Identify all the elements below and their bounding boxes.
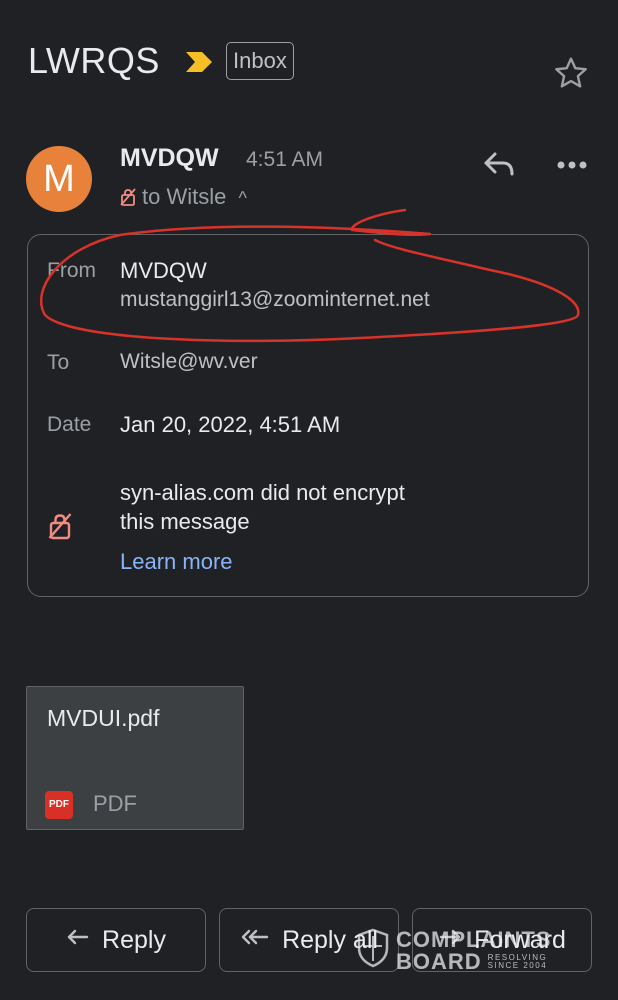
to-label: To xyxy=(47,351,70,374)
star-icon[interactable] xyxy=(553,55,589,96)
email-subject: LWRQS xyxy=(28,40,160,81)
date-value: Jan 20, 2022, 4:51 AM xyxy=(120,412,341,437)
attachment-filename: MVDUI.pdf xyxy=(47,705,160,731)
to-email[interactable]: Witsle@wv.ver xyxy=(120,350,258,374)
learn-more-link[interactable]: Learn more xyxy=(120,549,233,575)
watermark-line1: COMPLAINTS xyxy=(396,926,552,952)
attachment-type: PDF xyxy=(93,791,137,816)
encryption-notice-line1: syn-alias.com did not encrypt xyxy=(120,480,405,505)
encryption-notice-line2: this message xyxy=(120,509,250,534)
shield-logo-icon xyxy=(356,928,390,973)
watermark-tag2: SINCE 2004 xyxy=(487,960,548,970)
reply-button-label: Reply xyxy=(102,925,166,954)
inbox-label-badge[interactable]: Inbox xyxy=(226,42,294,80)
reply-button[interactable]: Reply xyxy=(26,908,206,972)
more-horiz-icon[interactable] xyxy=(556,158,588,176)
pdf-file-icon: PDF xyxy=(45,791,73,819)
reply-icon xyxy=(66,926,90,955)
reply-all-icon xyxy=(240,926,270,955)
message-time: 4:51 AM xyxy=(246,148,324,171)
sender-name: MVDQW xyxy=(120,144,219,172)
watermark-line2: BOARD xyxy=(396,948,482,974)
importance-arrow-icon[interactable] xyxy=(184,50,214,79)
reply-icon[interactable] xyxy=(481,148,517,187)
lock-off-icon xyxy=(48,512,72,545)
attachment-card[interactable]: MVDUI.pdf PDF PDF xyxy=(26,686,244,830)
complaintsboard-watermark: COMPLAINTS BOARD RESOLVING SINCE 2004 xyxy=(356,928,551,973)
date-label: Date xyxy=(47,413,92,436)
red-annotation-scribble xyxy=(39,208,580,343)
